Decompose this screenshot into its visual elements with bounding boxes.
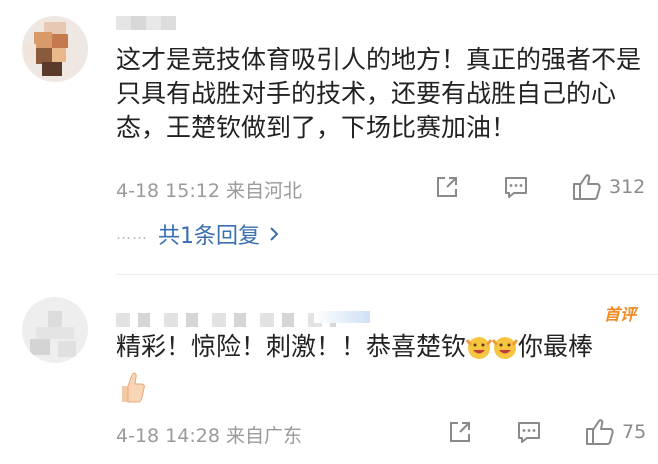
- share-button[interactable]: [446, 418, 474, 446]
- comment-text-main: 精彩！惊险！刺激！！恭喜楚钦: [116, 332, 467, 361]
- comment-text: 精彩！惊险！刺激！！恭喜楚钦 你最棒: [116, 330, 646, 413]
- username-blurred-tail: [314, 311, 370, 323]
- first-comment-badge: 首评: [603, 305, 636, 324]
- like-icon: [586, 419, 614, 445]
- comment-location: 来自河北: [225, 180, 302, 202]
- comment-meta: 4-18 15:12 来自河北: [116, 176, 302, 203]
- username-blurred[interactable]: [116, 313, 336, 327]
- comment-time: 4-18 14:28: [116, 425, 220, 447]
- avatar[interactable]: [22, 16, 88, 82]
- share-icon: [450, 422, 470, 442]
- comment-icon: [505, 177, 527, 198]
- comment-button[interactable]: [502, 173, 530, 201]
- comment-item: 这才是竞技体育吸引人的地方！真正的强者不是只具有战胜对手的技术，还要有战胜自己的…: [0, 0, 658, 275]
- comment-item: 首评 精彩！惊险！刺激！！恭喜楚钦 你最棒 4-18 14:28 来自广东 75: [0, 276, 658, 464]
- share-icon: [437, 177, 457, 197]
- like-button[interactable]: 75: [584, 417, 646, 447]
- like-icon: [573, 174, 601, 200]
- avatar[interactable]: [22, 297, 88, 363]
- comment-button[interactable]: [515, 418, 543, 446]
- comment-divider: [116, 274, 658, 275]
- comment-location: 来自广东: [225, 425, 302, 447]
- comment-meta: 4-18 14:28 来自广东: [116, 421, 302, 448]
- comment-text-suffix: 你最棒: [518, 332, 594, 361]
- comment-icon: [518, 422, 540, 443]
- comment-text: 这才是竞技体育吸引人的地方！真正的强者不是只具有战胜对手的技术，还要有战胜自己的…: [116, 45, 642, 142]
- reply-summary[interactable]: …… 共1条回复: [116, 218, 280, 250]
- thumbs-up-emoji: [116, 370, 146, 404]
- chevron-right-icon: [270, 227, 279, 241]
- like-button[interactable]: 312: [571, 172, 645, 202]
- username-blurred[interactable]: [116, 16, 176, 30]
- reply-count-link[interactable]: 共1条回复: [158, 218, 260, 250]
- like-count: 75: [622, 421, 647, 443]
- reply-prefix: ……: [116, 225, 148, 243]
- comment-time: 4-18 15:12: [116, 180, 220, 202]
- cheering-face-emoji: [465, 335, 493, 361]
- share-button[interactable]: [433, 173, 461, 201]
- like-count: 312: [609, 176, 646, 198]
- cheering-face-emoji: [491, 335, 519, 361]
